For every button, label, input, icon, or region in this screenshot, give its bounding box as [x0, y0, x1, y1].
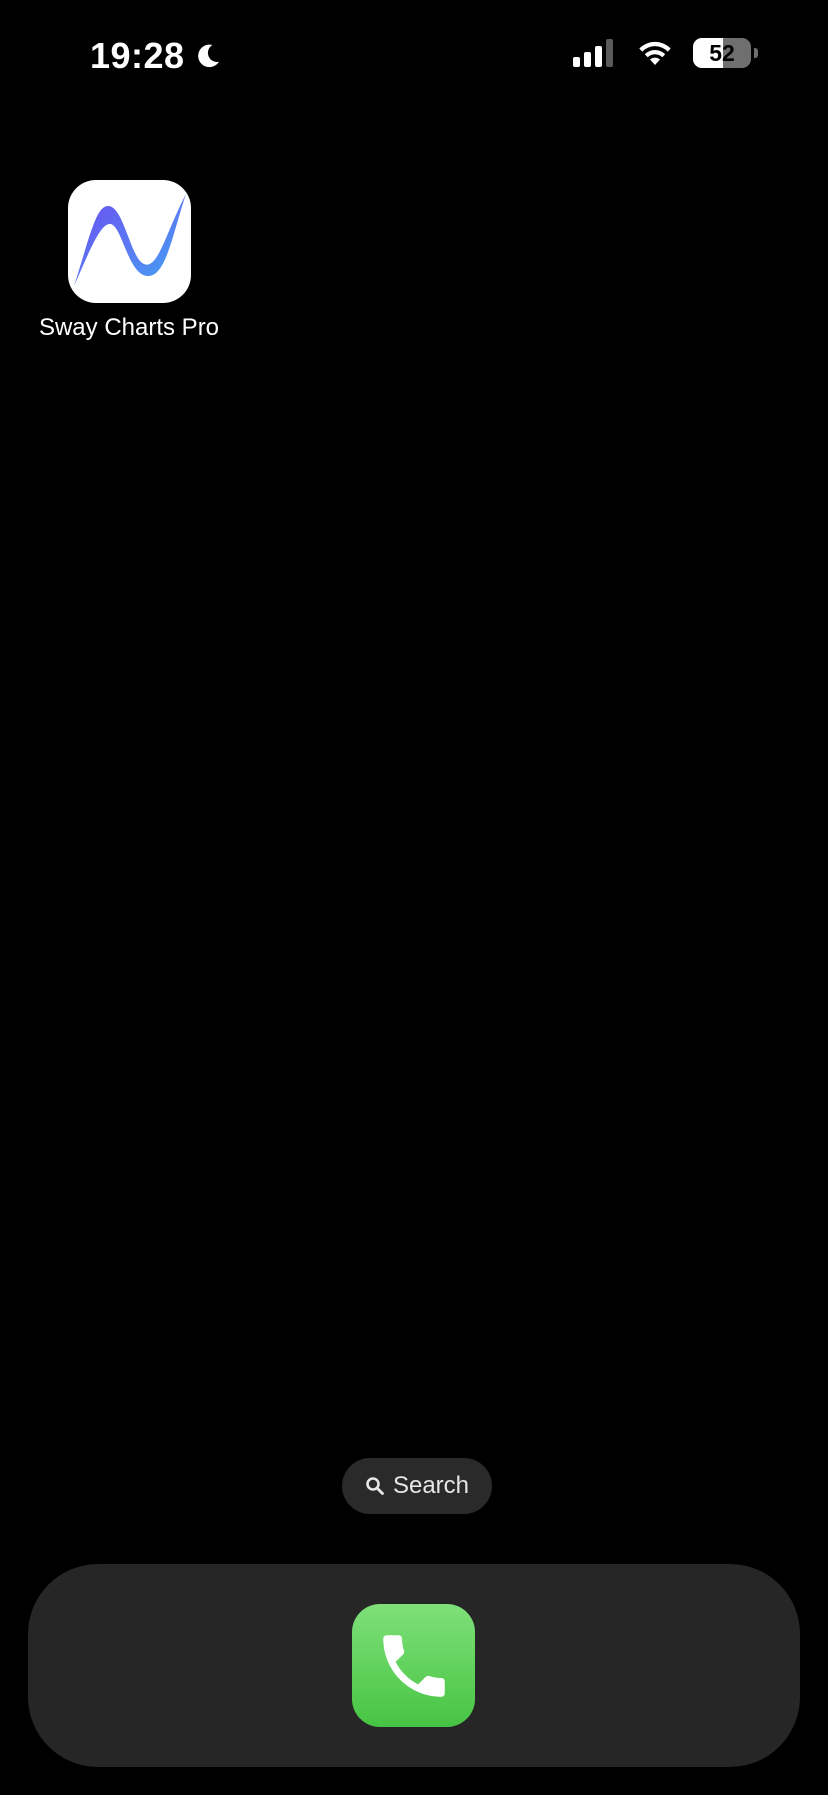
status-indicators: 52 [573, 38, 758, 68]
status-time: 19:28 [90, 34, 223, 78]
cellular-signal-icon [573, 39, 613, 67]
battery-indicator: 52 [693, 38, 751, 68]
search-label: Search [392, 1472, 470, 1499]
phone-icon [382, 1634, 445, 1697]
sway-charts-logo-icon [73, 194, 186, 286]
app-label: Sway Charts Pro [38, 314, 220, 341]
spotlight-search-button[interactable]: Search [342, 1458, 492, 1514]
search-icon [366, 1477, 384, 1495]
status-bar: 19:28 52 [0, 0, 828, 110]
battery-cap [754, 48, 758, 58]
moon-icon [197, 44, 219, 68]
time-text: 19:28 [90, 35, 185, 76]
app-sway-charts-pro[interactable]: Sway Charts Pro [36, 180, 222, 342]
sway-charts-pro-app-icon[interactable] [67, 180, 191, 303]
phone-app-icon[interactable] [352, 1604, 475, 1727]
battery-level-text: 52 [709, 39, 735, 66]
wifi-icon [639, 41, 671, 65]
